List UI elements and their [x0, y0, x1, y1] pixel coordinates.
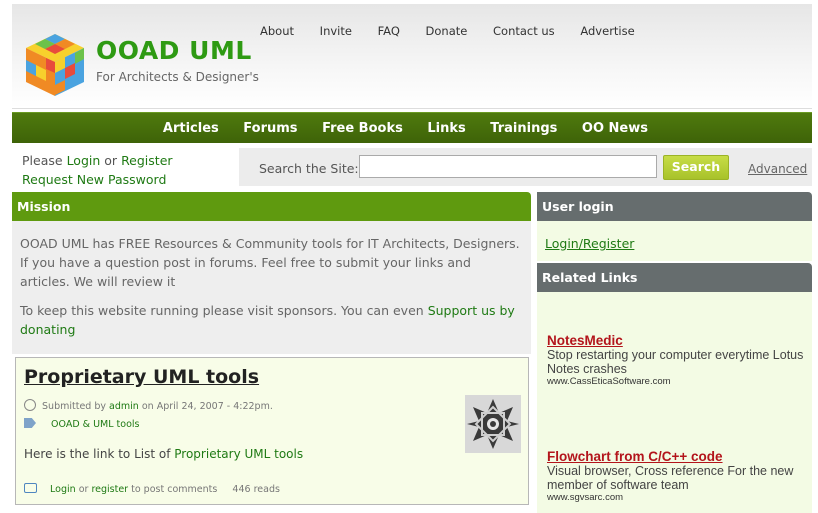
related-links-header: Related Links [537, 263, 812, 292]
sponsor-ad[interactable]: NotesMedic Stop restarting your computer… [547, 333, 807, 387]
login-link[interactable]: Login [67, 153, 101, 168]
article-tags: OOAD & UML tools [24, 418, 139, 430]
top-navigation: About Invite FAQ Donate Contact us Adver… [260, 24, 657, 38]
search-input[interactable] [359, 155, 657, 178]
search-button[interactable]: Search [663, 155, 729, 180]
advanced-search-link[interactable]: Advanced [748, 162, 807, 176]
mission-body: OOAD UML has FREE Resources & Community … [12, 221, 531, 354]
topnav-advertise[interactable]: Advertise [580, 24, 634, 38]
main-navigation-bar: Articles Forums Free Books Links Trainin… [12, 112, 812, 143]
sponsor-text: To keep this website running please visi… [20, 301, 520, 339]
nav-forums[interactable]: Forums [243, 121, 297, 136]
article-title[interactable]: Proprietary UML tools [24, 366, 259, 388]
tag-link[interactable]: OOAD & UML tools [51, 419, 139, 430]
topnav-invite[interactable]: Invite [320, 24, 352, 38]
article-links: Login or register to post comments 446 r… [24, 483, 280, 495]
related-links-block: NotesMedic Stop restarting your computer… [537, 292, 812, 513]
submitted-by-text: Submitted by [42, 401, 107, 412]
article-body-link[interactable]: Proprietary UML tools [174, 447, 303, 461]
site-tagline: For Architects & Designer's [96, 70, 259, 84]
search-label: Search the Site: [259, 161, 359, 176]
site-header: OOAD UML For Architects & Designer's Abo… [12, 4, 812, 109]
comment-login-link[interactable]: Login [50, 484, 76, 495]
topnav-donate[interactable]: Donate [426, 24, 468, 38]
topnav-contact[interactable]: Contact us [493, 24, 555, 38]
or-text: or [104, 153, 118, 168]
nav-articles[interactable]: Articles [163, 121, 219, 136]
nav-trainings[interactable]: Trainings [490, 121, 557, 136]
mission-header: Mission [12, 192, 531, 221]
user-login-header: User login [537, 192, 812, 221]
read-count: 446 reads [232, 484, 280, 495]
to-post-comments-text: to post comments [131, 484, 218, 495]
ad-text: Stop restarting your computer everytime … [547, 348, 804, 376]
site-name[interactable]: OOAD UML [96, 36, 252, 65]
search-bar: Search the Site: Search Advanced [239, 148, 812, 186]
user-login-block: Login/Register [537, 221, 812, 261]
star-emblem-icon [465, 395, 521, 453]
comment-or-text: or [78, 484, 89, 495]
comment-icon [24, 483, 37, 493]
sponsor-ad[interactable]: Flowchart from C/C++ code Visual browser… [547, 449, 807, 503]
login-links: Please Login or Register Request New Pas… [22, 151, 173, 189]
mission-text: OOAD UML has FREE Resources & Community … [20, 236, 520, 289]
article-node: Proprietary UML tools Submitted by admin… [15, 357, 529, 505]
rubiks-cube-logo-icon[interactable] [20, 30, 90, 100]
author-link[interactable]: admin [109, 401, 139, 412]
tag-icon [24, 418, 36, 428]
register-link[interactable]: Register [121, 153, 172, 168]
ad-title[interactable]: NotesMedic [547, 333, 807, 348]
nav-links[interactable]: Links [427, 121, 465, 136]
sponsor-text-body: To keep this website running please visi… [20, 303, 424, 318]
comment-register-link[interactable]: register [91, 484, 128, 495]
ad-url[interactable]: www.sgvsarc.com [547, 492, 807, 503]
topnav-faq[interactable]: FAQ [378, 24, 400, 38]
article-body-text: Here is the link to List of [24, 447, 171, 461]
please-text: Please [22, 153, 63, 168]
article-body: Here is the link to List of Proprietary … [24, 447, 303, 461]
nav-free-books[interactable]: Free Books [322, 121, 403, 136]
ad-title[interactable]: Flowchart from C/C++ code [547, 449, 807, 464]
article-date: on April 24, 2007 - 4:22pm. [141, 401, 273, 412]
ad-text: Visual browser, Cross reference For the … [547, 464, 794, 492]
request-password-link[interactable]: Request New Password [22, 172, 166, 187]
nav-oo-news[interactable]: OO News [582, 121, 648, 136]
article-meta: Submitted by admin on April 24, 2007 - 4… [24, 399, 273, 412]
login-register-link[interactable]: Login/Register [545, 236, 634, 251]
ad-url[interactable]: www.CassEticaSoftware.com [547, 376, 807, 387]
clock-icon [24, 399, 36, 411]
topnav-about[interactable]: About [260, 24, 294, 38]
